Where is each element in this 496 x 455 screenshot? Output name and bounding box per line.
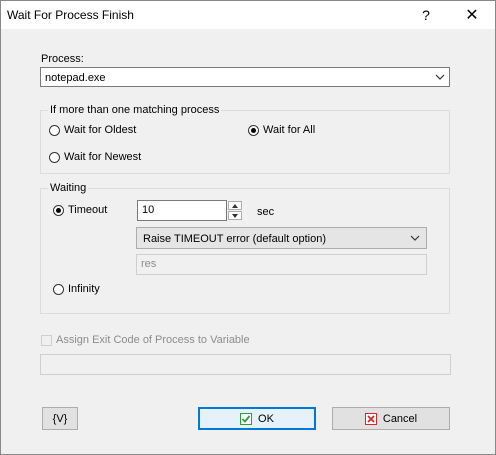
multiple-process-group [40, 110, 450, 174]
timeout-unit-label: sec [257, 206, 275, 218]
window-title: Wait For Process Finish [7, 8, 134, 22]
radio-wait-oldest-label: Wait for Oldest [64, 124, 137, 136]
spin-down-icon[interactable] [228, 211, 242, 220]
waiting-group-title: Waiting [48, 182, 89, 194]
close-button[interactable]: ✕ [449, 1, 495, 29]
ok-button[interactable]: OK [198, 407, 316, 430]
radio-indicator [53, 283, 64, 295]
timeout-error-select[interactable]: Raise TIMEOUT error (default option) [136, 227, 427, 249]
radio-indicator-selected [53, 204, 64, 216]
process-label: Process: [41, 53, 84, 65]
chevron-down-icon [410, 235, 420, 241]
radio-indicator [49, 151, 60, 163]
multiple-process-group-title: If more than one matching process [48, 104, 222, 116]
process-combobox[interactable]: notepad.exe [40, 67, 450, 87]
timeout-error-value: Raise TIMEOUT error (default option) [143, 233, 326, 245]
radio-infinity[interactable]: Infinity [53, 283, 100, 295]
exit-code-variable-input [40, 354, 451, 375]
ok-button-label: OK [258, 412, 274, 425]
question-icon: ? [422, 7, 430, 23]
radio-wait-newest[interactable]: Wait for Newest [49, 151, 141, 163]
help-button[interactable]: ? [403, 1, 449, 29]
radio-wait-all[interactable]: Wait for All [248, 124, 315, 136]
result-variable-value: res [141, 258, 157, 270]
chevron-down-icon [435, 74, 445, 80]
radio-indicator [49, 124, 60, 136]
assign-exit-code-label: Assign Exit Code of Process to Variable [56, 334, 250, 346]
radio-wait-all-label: Wait for All [263, 124, 316, 136]
timeout-value: 10 [142, 204, 155, 216]
spin-up-icon[interactable] [228, 201, 242, 210]
dialog-window: Wait For Process Finish ? ✕ Process: not… [0, 0, 496, 455]
x-icon [364, 412, 377, 425]
process-value: notepad.exe [45, 72, 106, 84]
timeout-input[interactable]: 10 [137, 200, 227, 221]
cancel-button-label: Cancel [382, 412, 418, 425]
radio-wait-newest-label: Wait for Newest [64, 151, 142, 163]
cancel-button[interactable]: Cancel [332, 407, 450, 430]
variable-button[interactable]: {V} [42, 407, 78, 430]
radio-timeout-label: Timeout [68, 204, 108, 216]
close-icon: ✕ [465, 7, 479, 24]
check-icon [240, 412, 253, 425]
radio-indicator-selected [248, 124, 259, 136]
timeout-spinner[interactable] [228, 201, 242, 220]
radio-infinity-label: Infinity [68, 283, 100, 295]
radio-timeout[interactable]: Timeout [53, 204, 107, 216]
result-variable-input: res [136, 254, 427, 275]
variable-button-label: {V} [52, 412, 68, 425]
assign-exit-code-checkbox: Assign Exit Code of Process to Variable [41, 334, 250, 346]
checkbox-indicator [41, 334, 52, 346]
radio-wait-oldest[interactable]: Wait for Oldest [49, 124, 136, 136]
title-bar: Wait For Process Finish ? ✕ [1, 1, 495, 29]
